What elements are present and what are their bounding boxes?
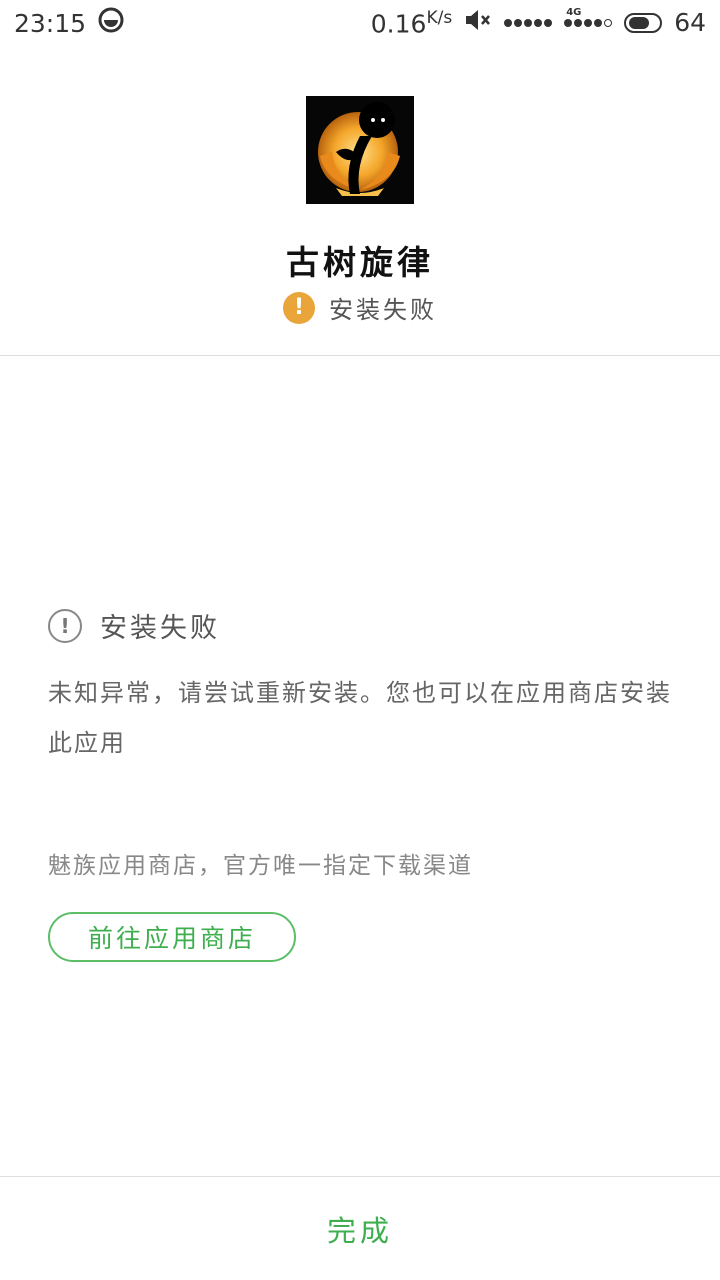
network-type: 4G [566,6,582,18]
error-title: 安装失败 [100,613,220,644]
notification-icon [98,7,124,39]
app-name: 古树旋律 [286,243,434,282]
mobile-signal-icon: 4G [564,7,613,27]
status-bar: 23:15 0.16K/s 4G 64 [0,0,720,46]
battery-icon [624,12,663,33]
net-speed-value: 0.16 [370,9,427,39]
error-description: 未知异常，请尝试重新安装。您也可以在应用商店安装此应用 [48,679,672,757]
app-icon [306,96,414,204]
error-header: ! 安装失败 [48,606,220,645]
mute-icon [464,8,492,38]
store-note: 魅族应用商店，官方唯一指定下载渠道 [48,853,473,879]
warning-outline-icon: ! [48,608,82,643]
done-button[interactable]: 完成 [0,1177,720,1280]
clock: 23:15 [14,8,87,38]
warning-filled-icon: ! [283,291,315,324]
wifi-signal-icon [504,18,553,27]
net-speed: 0.16K/s [371,8,452,38]
go-to-app-store-button[interactable]: 前往应用商店 [48,912,296,962]
divider [0,355,720,356]
install-status-text: 安装失败 [329,296,437,324]
battery-level: 64 [674,8,706,38]
install-status: ! 安装失败 [0,290,720,325]
net-speed-unit: K/s [426,7,453,28]
